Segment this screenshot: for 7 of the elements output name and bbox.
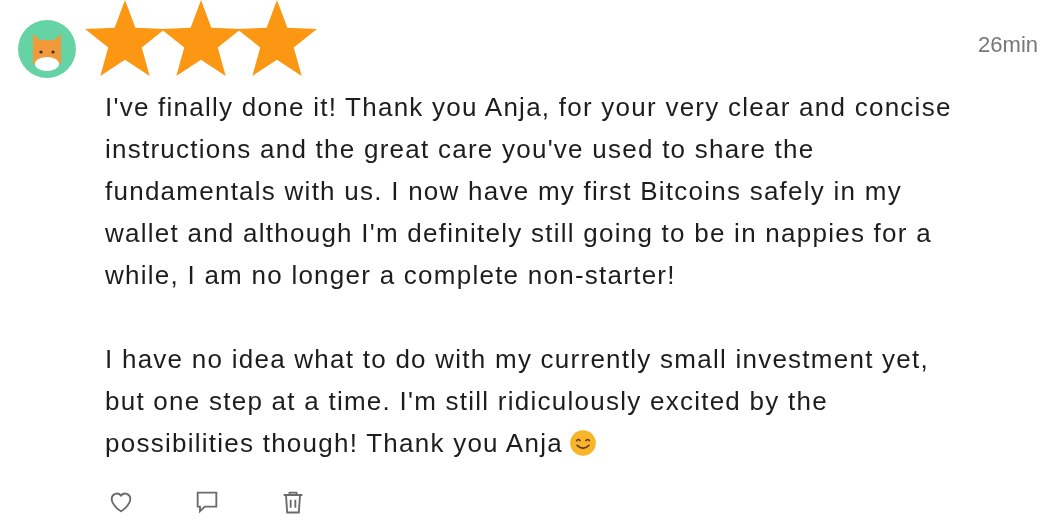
timestamp: 26min [978, 32, 1038, 58]
star-icon [237, 0, 317, 76]
star-icon [85, 0, 165, 76]
comment-text: I've finally done it! Thank you Anja, for your very clear and concise instructions and the great care you've used to share the fundamentals with us. I now have my first Bitcoins safely in my wallet and although I'm definitely still going to be in nappies for a while, I am no longer a complete non-starter! [105, 92, 952, 290]
avatar [18, 20, 76, 78]
star-icon [161, 0, 241, 76]
comment-text: I have no idea what to do with my currently small investment yet, but one step at a time. I'm still ridiculously excited by the possibilities though! Thank you Anja [105, 344, 930, 458]
